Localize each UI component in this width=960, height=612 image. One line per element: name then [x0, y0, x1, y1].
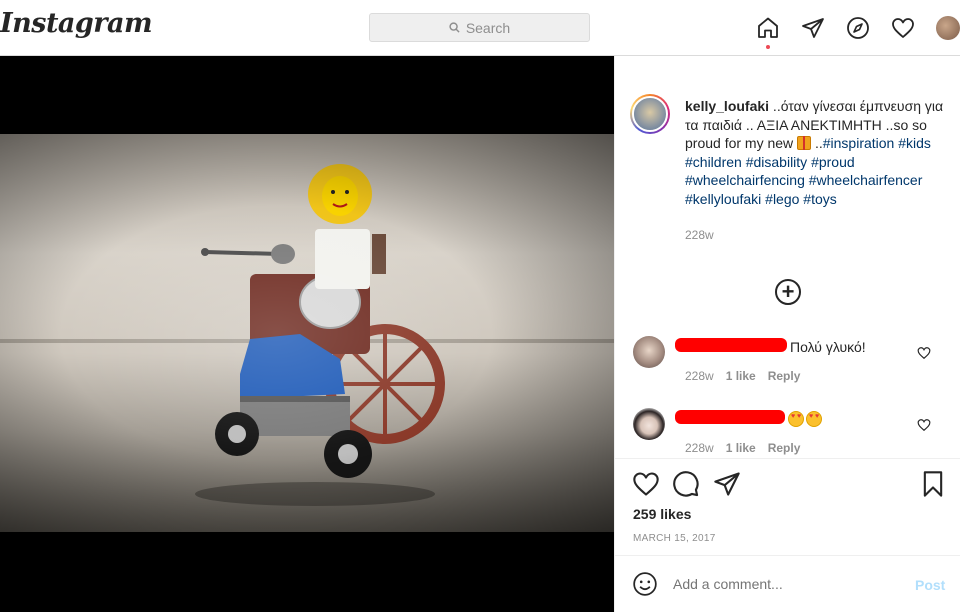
- comment-item: Πολύ γλυκό! 228w 1 like Reply: [615, 336, 960, 400]
- redacted-commenter-name[interactable]: [675, 338, 787, 352]
- profile-avatar[interactable]: [936, 16, 960, 40]
- post-photo[interactable]: [0, 134, 614, 532]
- heart-eyes-emoji-icon: [806, 411, 822, 427]
- like-heart-icon[interactable]: [632, 470, 660, 498]
- comment-timestamp[interactable]: 228w: [685, 369, 714, 383]
- save-bookmark-icon[interactable]: [919, 470, 947, 498]
- post-comment-button[interactable]: Post: [915, 577, 945, 593]
- emoji-smiley-icon[interactable]: [632, 571, 658, 597]
- add-comment-input[interactable]: [673, 576, 893, 592]
- comment-meta: 228w 1 like Reply: [685, 441, 800, 455]
- likes-count[interactable]: 259 likes: [633, 506, 691, 522]
- explore-compass-icon[interactable]: [845, 15, 871, 41]
- post-caption: kelly_loufaki ..όταν γίνεσαι έμπνευση γι…: [685, 97, 950, 245]
- gift-emoji-icon: [797, 136, 812, 150]
- search-box[interactable]: Search: [369, 13, 590, 42]
- comment-like-heart-icon[interactable]: [917, 346, 931, 360]
- comment-emoji-text: [788, 411, 824, 427]
- instagram-logo[interactable]: Instagram: [0, 8, 153, 39]
- post-details-panel: kelly_loufaki ..όταν γίνεσαι έμπνευση γι…: [614, 56, 960, 612]
- load-more-comments-icon[interactable]: +: [775, 279, 801, 305]
- caption-text-tail: ..: [811, 135, 823, 151]
- redacted-commenter-name[interactable]: [675, 410, 785, 424]
- author-avatar-story-ring[interactable]: [630, 94, 670, 134]
- add-comment-bar: Post: [615, 555, 960, 612]
- search-placeholder: Search: [465, 19, 511, 36]
- comment-like-count[interactable]: 1 like: [726, 441, 756, 455]
- comment-timestamp[interactable]: 228w: [685, 441, 714, 455]
- comment-text: Πολύ γλυκό!: [790, 339, 866, 355]
- comment-meta: 228w 1 like Reply: [685, 369, 800, 383]
- search-icon: [449, 22, 460, 33]
- heart-eyes-emoji-icon: [788, 411, 804, 427]
- comment-reply-button[interactable]: Reply: [768, 441, 801, 455]
- author-username[interactable]: kelly_loufaki: [685, 98, 769, 114]
- comment-like-count[interactable]: 1 like: [726, 369, 756, 383]
- top-navigation-bar: Instagram Search: [0, 0, 960, 56]
- post-media-panel: [0, 56, 614, 612]
- comment-reply-button[interactable]: Reply: [768, 369, 801, 383]
- direct-message-icon[interactable]: [800, 15, 826, 41]
- notification-dot: [766, 45, 770, 49]
- activity-heart-icon[interactable]: [890, 15, 916, 41]
- comment-like-heart-icon[interactable]: [917, 418, 931, 432]
- home-icon[interactable]: [755, 15, 781, 41]
- photo-vignette: [0, 134, 614, 532]
- caption-timestamp[interactable]: 228w: [685, 226, 950, 245]
- share-paper-plane-icon[interactable]: [713, 470, 741, 498]
- post-date[interactable]: MARCH 15, 2017: [633, 533, 716, 544]
- commenter-avatar[interactable]: [633, 336, 665, 368]
- actions-divider: [615, 458, 960, 459]
- comment-item: 228w 1 like Reply: [615, 408, 960, 472]
- comment-bubble-icon[interactable]: [672, 470, 700, 498]
- commenter-avatar[interactable]: [633, 408, 665, 440]
